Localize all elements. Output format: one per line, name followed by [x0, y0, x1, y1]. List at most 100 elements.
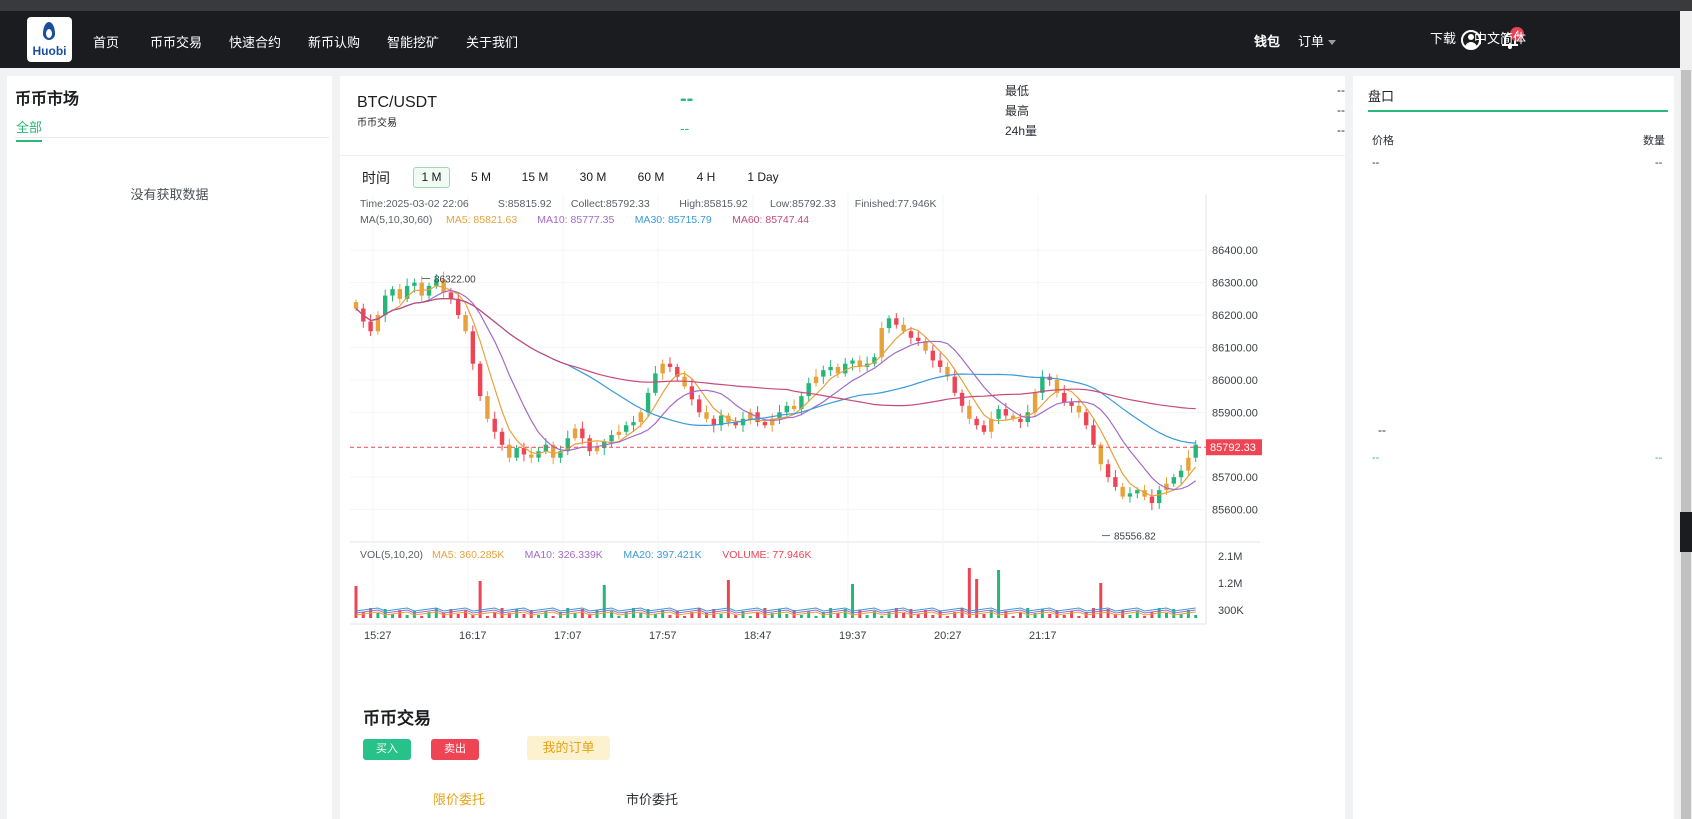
chevron-down-icon [1328, 40, 1337, 46]
candle-body [456, 298, 461, 316]
candle-body [1135, 490, 1140, 494]
col-amount: 数量 [1643, 135, 1665, 147]
stat-high-label: 最高 [1005, 104, 1030, 118]
vol-ma-value: MA10: 326.339K [525, 549, 603, 561]
nav-item-mining[interactable]: 智能挖矿 [387, 32, 439, 51]
timeframe-15m[interactable]: 15 M [515, 167, 555, 188]
kline-svg[interactable]: 86400.00 86300.00 86200.00 86100.00 86000.00… [350, 194, 1335, 744]
candle-body [901, 324, 906, 332]
candle-body [821, 370, 826, 377]
vol-tick: 1.2M [1218, 578, 1242, 590]
nav-item-home[interactable]: 首页 [93, 32, 119, 51]
ma-label: MA(5,10,30,60) [360, 214, 432, 226]
bid-price: -- [1372, 452, 1380, 464]
volume-bar [456, 614, 460, 618]
tab-all[interactable]: 全部 [16, 117, 43, 142]
price-tick: 85600.00 [1212, 505, 1258, 517]
nav-item-new-coin[interactable]: 新币认购 [308, 32, 360, 51]
candle-body [996, 409, 1001, 419]
volume-bar [1128, 615, 1132, 618]
candle-body [806, 383, 811, 397]
candle-body [587, 438, 592, 452]
candle-body [412, 282, 417, 286]
price-tick: 86400.00 [1212, 245, 1258, 257]
candle-body [368, 321, 373, 332]
volume-bar [1062, 615, 1066, 618]
candle-body [1091, 425, 1096, 445]
volume-bar [405, 615, 409, 618]
volume-bar [1070, 611, 1074, 618]
candle-body [1018, 418, 1023, 423]
sell-button[interactable]: 卖出 [431, 739, 479, 760]
price-tick: 86200.00 [1212, 310, 1258, 322]
timeframe-60m[interactable]: 60 M [631, 167, 671, 188]
volume-bar [982, 614, 986, 618]
timeframe-1m[interactable]: 1 M [413, 167, 450, 188]
last-price: -- [680, 88, 694, 110]
trade-title: 币币交易 [363, 709, 431, 728]
volume-bar [785, 614, 789, 618]
volume-bar [836, 613, 840, 618]
timeframe-5m[interactable]: 5 M [463, 167, 499, 188]
kline-chart[interactable]: 86400.00 86300.00 86200.00 86100.00 86000.00… [350, 194, 1335, 744]
download-link[interactable]: 下载 [1430, 28, 1456, 47]
tab-market-order[interactable]: 市价委托 [626, 789, 678, 808]
volume-bar [668, 615, 672, 618]
side-tab[interactable] [1680, 512, 1692, 552]
candle-body [1069, 402, 1074, 406]
tab-limit-order[interactable]: 限价委托 [433, 789, 485, 808]
my-orders-button[interactable]: 我的订单 [527, 736, 610, 760]
volume-bar [537, 615, 541, 618]
candle-body [740, 418, 746, 426]
candle-body [974, 418, 979, 426]
ask-amount: -- [1655, 157, 1663, 169]
timeframe-1day[interactable]: 1 Day [740, 167, 786, 188]
candle-body [1040, 376, 1045, 393]
time-tick: 16:17 [459, 630, 487, 642]
buy-button[interactable]: 买入 [363, 739, 411, 760]
candle-body [835, 366, 841, 374]
top-navbar: Huobi 首页 币币交易 快速合约 新币认购 智能挖矿 关于我们 钱包 订单 … [0, 11, 1680, 68]
candle-body [894, 318, 899, 325]
candle-body [1076, 405, 1082, 413]
volume-bar [683, 616, 687, 618]
min-marker: 85556.82 [1114, 532, 1156, 543]
time-tick: 15:27 [364, 630, 392, 642]
candle-body [616, 431, 622, 436]
candle-body [1083, 412, 1089, 426]
candle-body [762, 422, 768, 426]
market-title: 币币市场 [15, 91, 80, 108]
max-marker: 86322.00 [434, 274, 476, 285]
divider [340, 155, 1345, 156]
candle-body [419, 282, 424, 296]
orders-dropdown[interactable]: 订单 [1298, 31, 1337, 50]
timeframe-30m[interactable]: 30 M [573, 167, 613, 188]
stat-high-value: -- [1337, 103, 1345, 117]
huobi-logo[interactable]: Huobi [27, 17, 72, 62]
time-tick: 17:07 [554, 630, 582, 642]
language-selector[interactable]: 中文简体 [1474, 28, 1526, 47]
candle-body [638, 412, 643, 423]
candle-body [463, 315, 468, 332]
wallet-link[interactable]: 钱包 [1254, 31, 1280, 50]
scrollbar-thumb[interactable] [1681, 70, 1691, 819]
info-item: Collect:85792.33 [571, 198, 650, 210]
candle-body [952, 376, 957, 393]
timeframe-4h[interactable]: 4 H [688, 167, 724, 188]
candle-body [529, 454, 534, 458]
vol-ma-value: VOLUME: 77.946K [722, 549, 811, 561]
vol-ma-value: MA5: 360.285K [432, 549, 504, 561]
nav-item-about[interactable]: 关于我们 [466, 32, 518, 51]
nav-item-quick-contract[interactable]: 快速合约 [229, 32, 281, 51]
divider [15, 137, 329, 138]
ma-value: MA5: 85821.63 [446, 214, 517, 226]
candle-body [353, 302, 359, 309]
candle-body [784, 405, 790, 413]
pair-name: BTC/USDT [357, 94, 437, 111]
stat-volume-value: -- [1337, 123, 1345, 137]
nav-item-spot-trading[interactable]: 币币交易 [150, 32, 202, 51]
volume-bar [945, 616, 949, 618]
candle-body [623, 425, 629, 432]
candle-body [594, 447, 600, 452]
volume-bar [814, 616, 818, 618]
